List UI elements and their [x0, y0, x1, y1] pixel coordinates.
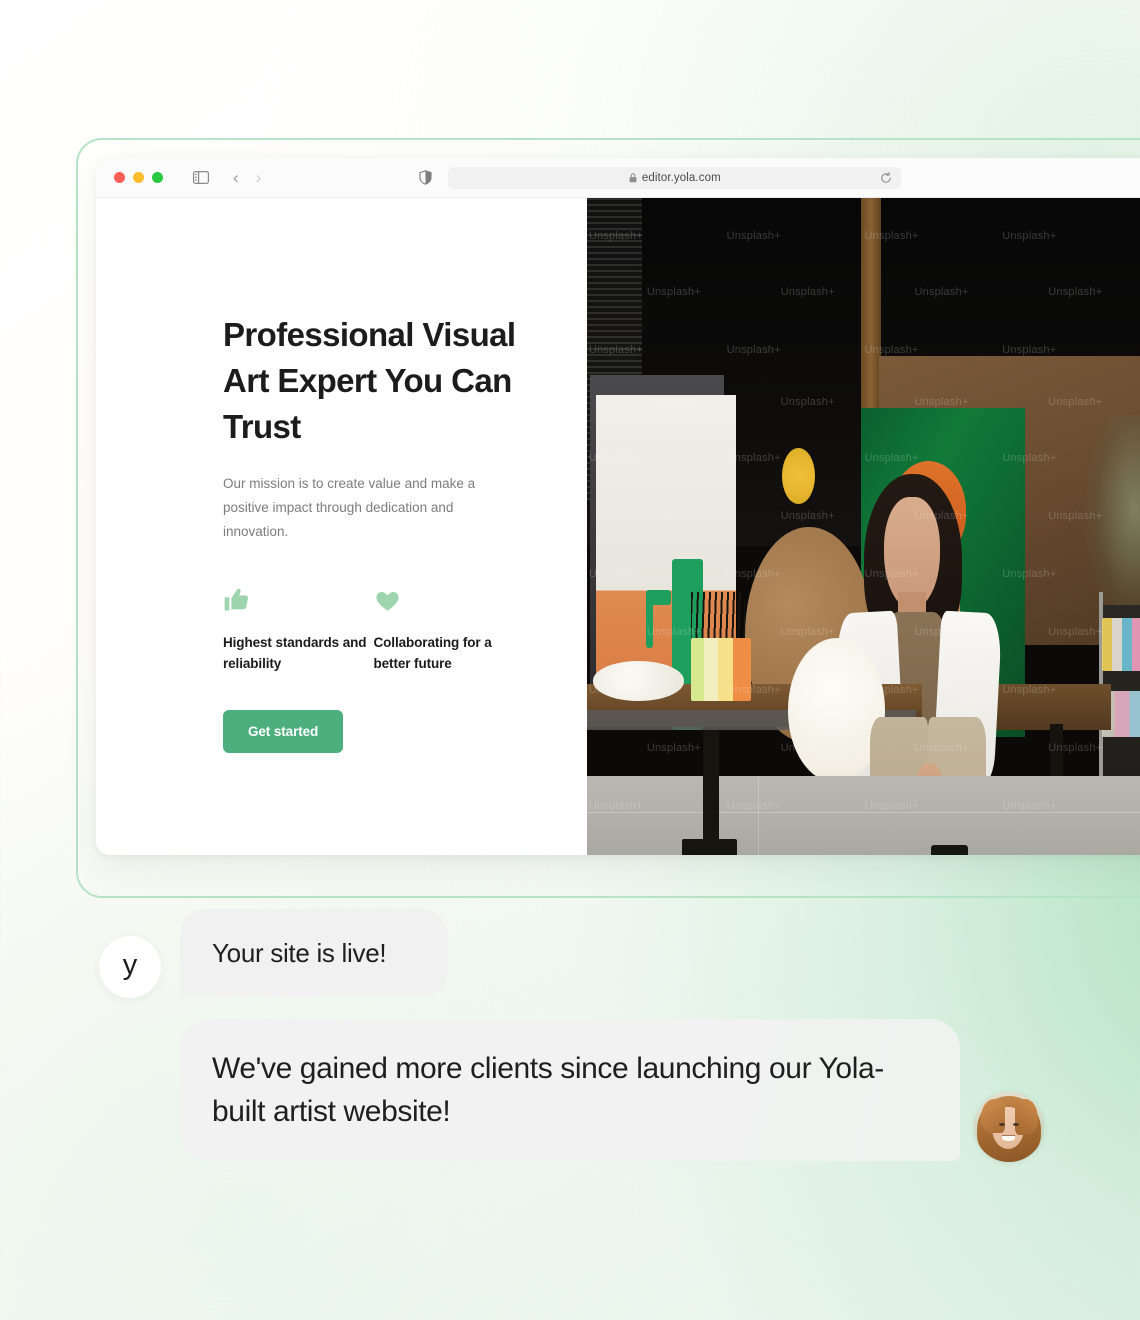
heart-icon	[374, 584, 524, 616]
feature-list: Highest standards and reliability Collab…	[223, 584, 523, 674]
browser-window: ‹ › editor.yola.com Professional Visual …	[96, 158, 1140, 855]
customer-avatar	[974, 1092, 1044, 1162]
hero-copy: Professional Visual Art Expert You Can T…	[223, 312, 523, 753]
window-controls	[114, 172, 163, 183]
chat-message-text: Your site is live!	[212, 937, 387, 968]
minimize-window-button[interactable]	[133, 172, 144, 183]
thumbs-up-icon	[223, 584, 373, 616]
browser-titlebar: ‹ › editor.yola.com	[96, 158, 1140, 198]
address-bar-url: editor.yola.com	[641, 171, 721, 184]
close-window-button[interactable]	[114, 172, 125, 183]
sidebar-icon[interactable]	[193, 171, 209, 184]
shield-icon[interactable]	[419, 170, 432, 185]
feature-label: Collaborating for a better future	[373, 635, 492, 671]
feature-label: Highest standards and reliability	[223, 635, 367, 671]
address-bar[interactable]: editor.yola.com	[448, 166, 902, 189]
website-preview: Professional Visual Art Expert You Can T…	[96, 198, 1140, 855]
feature-item-standards: Highest standards and reliability	[223, 584, 373, 674]
address-bar-content: editor.yola.com	[448, 172, 901, 184]
hero-text-column: Professional Visual Art Expert You Can T…	[96, 198, 587, 855]
chat-bubble-customer: We've gained more clients since launchin…	[180, 1019, 960, 1161]
lock-icon	[629, 172, 637, 183]
artist-studio-photo	[587, 198, 1140, 855]
page-title: Professional Visual Art Expert You Can T…	[223, 316, 516, 445]
hero-subtext: Our mission is to create value and make …	[223, 476, 476, 539]
back-button[interactable]: ‹	[233, 169, 239, 186]
zoom-window-button[interactable]	[152, 172, 163, 183]
chat-message-text: We've gained more clients since launchin…	[212, 1052, 884, 1128]
yola-logo-mark: y	[122, 948, 138, 981]
navigation-arrows: ‹ ›	[233, 169, 261, 186]
hero-image: Unsplash+ Unsplash+ Unsplash+ Unsplash+ …	[587, 198, 1140, 855]
reload-icon[interactable]	[880, 171, 892, 184]
yola-logo-avatar: y	[99, 936, 161, 998]
feature-item-collaboration: Collaborating for a better future	[374, 584, 524, 674]
get-started-button[interactable]: Get started	[223, 710, 344, 753]
forward-button[interactable]: ›	[256, 169, 262, 186]
chat-bubble-yola: Your site is live!	[180, 909, 448, 997]
